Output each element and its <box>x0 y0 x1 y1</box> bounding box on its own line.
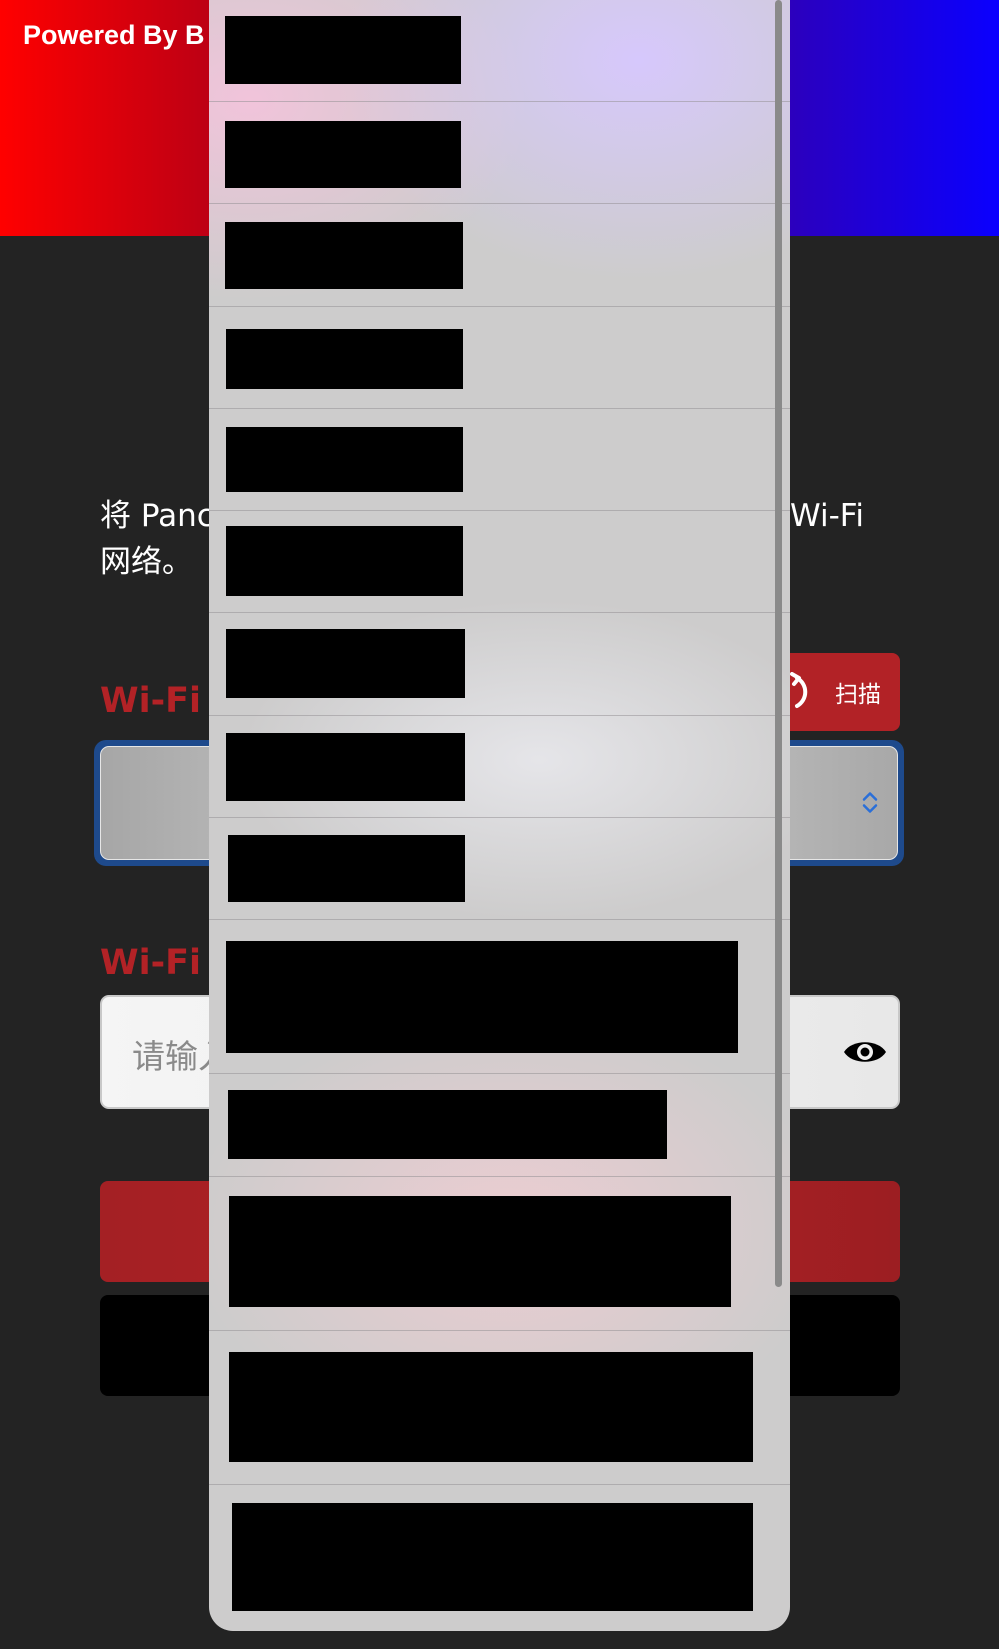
powered-by-text: Powered By B <box>23 20 205 50</box>
network-option[interactable] <box>209 409 790 511</box>
network-option[interactable] <box>209 0 790 102</box>
redacted-network-name <box>225 222 463 289</box>
network-option[interactable] <box>209 1331 790 1485</box>
redacted-network-name <box>228 835 465 902</box>
eye-icon[interactable] <box>842 1037 888 1067</box>
redacted-network-name <box>225 121 461 188</box>
network-option[interactable] <box>209 1074 790 1177</box>
refresh-icon <box>789 672 821 712</box>
intro-line-1-left: 将 Panc <box>100 498 214 534</box>
redacted-network-name <box>226 329 463 389</box>
redacted-network-name <box>226 629 465 698</box>
network-option[interactable] <box>209 920 790 1074</box>
network-option[interactable] <box>209 818 790 920</box>
redacted-network-name <box>229 1196 731 1307</box>
network-option[interactable] <box>209 204 790 307</box>
redacted-network-name <box>226 526 463 596</box>
network-option[interactable] <box>209 716 790 818</box>
intro-line-1-right: Wi-Fi <box>790 498 864 534</box>
network-option[interactable] <box>209 307 790 409</box>
redacted-network-name <box>226 427 463 492</box>
redacted-network-name <box>226 733 465 801</box>
network-option[interactable] <box>209 1485 790 1631</box>
scan-button-label: 扫描 <box>835 682 881 708</box>
network-option[interactable] <box>209 613 790 716</box>
network-option[interactable] <box>209 511 790 613</box>
redacted-network-name <box>232 1503 753 1611</box>
picker-scrollbar[interactable] <box>775 0 782 1287</box>
network-picker-dropdown[interactable] <box>209 0 790 1631</box>
chevron-up-down-icon <box>861 791 879 816</box>
redacted-network-name <box>229 1352 753 1462</box>
network-option[interactable] <box>209 102 790 204</box>
redacted-network-name <box>228 1090 667 1159</box>
redacted-network-name <box>226 941 738 1053</box>
redacted-network-name <box>225 16 461 84</box>
network-option[interactable] <box>209 1177 790 1331</box>
